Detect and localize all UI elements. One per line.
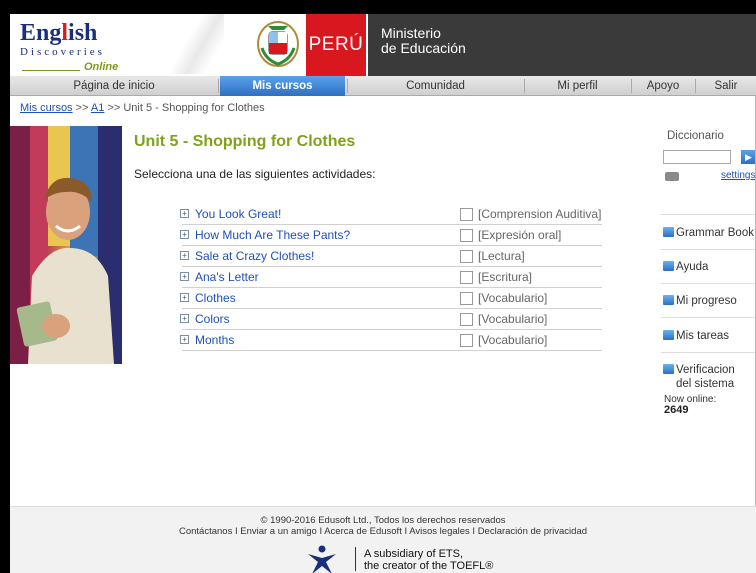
- dictionary-input[interactable]: [663, 150, 731, 164]
- logo-title: English: [20, 20, 98, 46]
- expand-icon[interactable]: +: [180, 335, 189, 344]
- breadcrumb-separator: >>: [104, 102, 124, 114]
- system-check-link[interactable]: Verificacion del sistema: [663, 363, 735, 391]
- nav-my-profile[interactable]: Mi perfil: [525, 76, 630, 96]
- activity-category: [Vocabulario]: [478, 291, 548, 305]
- tasks-icon: [663, 330, 674, 340]
- grammar-book-link[interactable]: Grammar Book: [663, 226, 754, 240]
- activity-category: [Vocabulario]: [478, 312, 548, 326]
- my-progress-link[interactable]: Mi progreso: [663, 294, 737, 308]
- expand-icon[interactable]: +: [180, 293, 189, 302]
- breadcrumb-separator: >>: [72, 102, 91, 114]
- system-check-icon: [663, 364, 674, 374]
- activity-checkbox[interactable]: [460, 271, 473, 284]
- ministry-line-1: Ministerio: [381, 25, 441, 41]
- activity-category: [Vocabulario]: [478, 333, 548, 347]
- expand-icon[interactable]: +: [180, 209, 189, 218]
- grammar-book-icon: [663, 227, 674, 237]
- page-frame: English Discoveries Online PERÚ Minister…: [10, 14, 756, 573]
- sidebar-divider: [661, 283, 756, 284]
- activity-row: + Colors [Vocabulario]: [180, 309, 602, 330]
- ministry-line-2: de Educación: [381, 40, 466, 56]
- ets-logo-icon: [308, 545, 336, 573]
- breadcrumb-my-courses[interactable]: Mis cursos: [20, 102, 73, 114]
- logo-underline: [22, 70, 80, 71]
- breadcrumb-current: Unit 5 - Shopping for Clothes: [123, 102, 265, 114]
- expand-icon[interactable]: +: [180, 314, 189, 323]
- books-icon: [665, 172, 679, 181]
- breadcrumb: Mis cursos >> A1 >> Unit 5 - Shopping fo…: [20, 102, 265, 114]
- activity-checkbox[interactable]: [460, 208, 473, 221]
- main-nav: Página de inicio Mis cursos Comunidad Mi…: [10, 76, 756, 96]
- nav-community[interactable]: Comunidad: [348, 76, 523, 96]
- activity-row: + Clothes [Vocabulario]: [180, 288, 602, 309]
- help-link[interactable]: Ayuda: [663, 260, 708, 274]
- site-footer: © 1990-2016 Edusoft Ltd., Todos los dere…: [10, 506, 756, 573]
- settings-link[interactable]: settings: [721, 170, 755, 181]
- copyright-text: © 1990-2016 Edusoft Ltd., Todos los dere…: [260, 515, 506, 526]
- peru-seal: [248, 14, 308, 76]
- dictionary-label: Diccionario: [667, 130, 724, 142]
- sidebar-divider: [661, 317, 756, 318]
- footer-links[interactable]: Contáctanos I Enviar a un amigo I Acerca…: [10, 526, 756, 537]
- shopper-photo-image: [10, 126, 122, 364]
- unit-photo: [10, 126, 122, 364]
- ets-line-2: the creator of the TOEFL®: [364, 560, 494, 572]
- activity-link[interactable]: Ana's Letter: [195, 270, 259, 284]
- logo-swoosh: [164, 14, 224, 74]
- activity-checkbox[interactable]: [460, 250, 473, 263]
- online-count: 2649: [664, 404, 689, 416]
- nav-logout[interactable]: Salir: [696, 76, 756, 96]
- english-discoveries-logo[interactable]: English Discoveries Online: [14, 14, 224, 74]
- my-tasks-link[interactable]: Mis tareas: [663, 329, 729, 343]
- nav-support[interactable]: Apoyo: [632, 76, 694, 96]
- right-sidebar: Diccionario ▶ settings Grammar Book Ayud…: [659, 126, 756, 426]
- progress-icon: [663, 295, 674, 305]
- expand-icon[interactable]: +: [180, 230, 189, 239]
- activity-link[interactable]: Colors: [195, 312, 230, 326]
- activity-category: [Comprension Auditiva]: [478, 207, 602, 221]
- dictionary-go-button[interactable]: ▶: [741, 150, 756, 164]
- activity-link[interactable]: Sale at Crazy Clothes!: [195, 249, 314, 263]
- activity-category: [Lectura]: [478, 249, 525, 263]
- logo-online: Online: [84, 61, 119, 73]
- activity-link[interactable]: Months: [195, 333, 234, 347]
- activity-row: + Sale at Crazy Clothes! [Lectura]: [180, 246, 602, 267]
- activity-category: [Escritura]: [478, 270, 533, 284]
- activity-category: [Expresión oral]: [478, 228, 562, 242]
- unit-title: Unit 5 - Shopping for Clothes: [134, 133, 356, 150]
- instruction-text: Selecciona una de las siguientes activid…: [134, 167, 376, 181]
- activity-link[interactable]: Clothes: [195, 291, 236, 305]
- ministry-label: Ministerio de Educación: [368, 14, 756, 76]
- peru-label: PERÚ: [306, 14, 366, 76]
- activity-checkbox[interactable]: [460, 313, 473, 326]
- sidebar-divider: [661, 214, 756, 215]
- activity-link[interactable]: How Much Are These Pants?: [195, 228, 350, 242]
- peru-seal-icon: [257, 21, 299, 67]
- activity-row: + How Much Are These Pants? [Expresión o…: [180, 225, 602, 246]
- ets-line-1: A subsidiary of ETS,: [364, 548, 464, 560]
- sidebar-divider: [661, 249, 756, 250]
- breadcrumb-a1[interactable]: A1: [91, 102, 104, 114]
- activity-list: + You Look Great! [Comprension Auditiva]…: [170, 204, 610, 351]
- activity-checkbox[interactable]: [460, 334, 473, 347]
- activity-checkbox[interactable]: [460, 292, 473, 305]
- nav-my-courses[interactable]: Mis cursos: [220, 76, 345, 96]
- activity-row: + Months [Vocabulario]: [180, 330, 602, 351]
- nav-divider: [218, 79, 219, 93]
- sidebar-divider: [661, 352, 756, 353]
- expand-icon[interactable]: +: [180, 272, 189, 281]
- activity-row: + You Look Great! [Comprension Auditiva]: [180, 204, 602, 225]
- expand-icon[interactable]: +: [180, 251, 189, 260]
- activity-link[interactable]: You Look Great!: [195, 207, 281, 221]
- activity-checkbox[interactable]: [460, 229, 473, 242]
- site-header: English Discoveries Online PERÚ Minister…: [10, 14, 756, 76]
- activity-row: + Ana's Letter [Escritura]: [180, 267, 602, 288]
- ets-divider: [355, 547, 356, 571]
- logo-subtitle: Discoveries: [20, 46, 105, 58]
- help-icon: [663, 261, 674, 271]
- nav-home[interactable]: Página de inicio: [10, 76, 218, 96]
